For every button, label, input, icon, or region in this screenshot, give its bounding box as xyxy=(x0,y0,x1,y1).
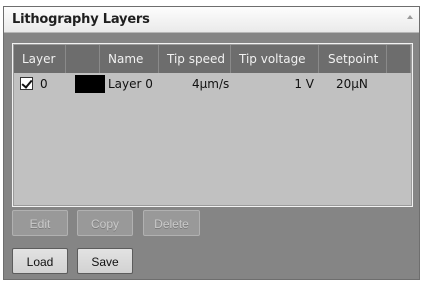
layer-tip-speed: 4µm/s xyxy=(192,77,230,91)
column-header-tip-voltage[interactable]: Tip voltage xyxy=(231,45,319,73)
copy-button[interactable]: Copy xyxy=(77,210,133,236)
column-header-filler xyxy=(387,45,411,73)
panel-title: Lithography Layers xyxy=(12,12,150,27)
column-header-tip-speed[interactable]: Tip speed xyxy=(159,45,231,73)
delete-button[interactable]: Delete xyxy=(143,210,200,236)
save-button[interactable]: Save xyxy=(77,248,133,274)
layers-table: Layer Name Tip speed Tip voltage Setpoin… xyxy=(12,43,413,207)
layer-tip-voltage: 1 V xyxy=(294,77,314,91)
layer-number: 0 xyxy=(40,77,48,91)
column-header-name[interactable]: Name xyxy=(100,45,159,73)
column-header-layer[interactable]: Layer xyxy=(14,45,66,73)
column-header-setpoint[interactable]: Setpoint xyxy=(319,45,387,73)
collapse-icon[interactable] xyxy=(407,15,413,19)
column-header-color[interactable] xyxy=(66,45,100,73)
lithography-layers-panel: Lithography Layers Layer Name Tip speed … xyxy=(3,6,420,280)
layer-enabled-checkbox[interactable] xyxy=(20,77,33,90)
edit-button[interactable]: Edit xyxy=(12,210,68,236)
table-header: Layer Name Tip speed Tip voltage Setpoin… xyxy=(14,45,411,73)
layer-setpoint: 20µN xyxy=(336,77,368,91)
load-button[interactable]: Load xyxy=(12,248,68,274)
panel-header: Lithography Layers xyxy=(4,7,419,33)
table-row[interactable]: 0 Layer 0 4µm/s 1 V 20µN xyxy=(14,74,411,94)
layer-name: Layer 0 xyxy=(108,77,153,91)
layer-color-swatch[interactable] xyxy=(75,75,105,93)
